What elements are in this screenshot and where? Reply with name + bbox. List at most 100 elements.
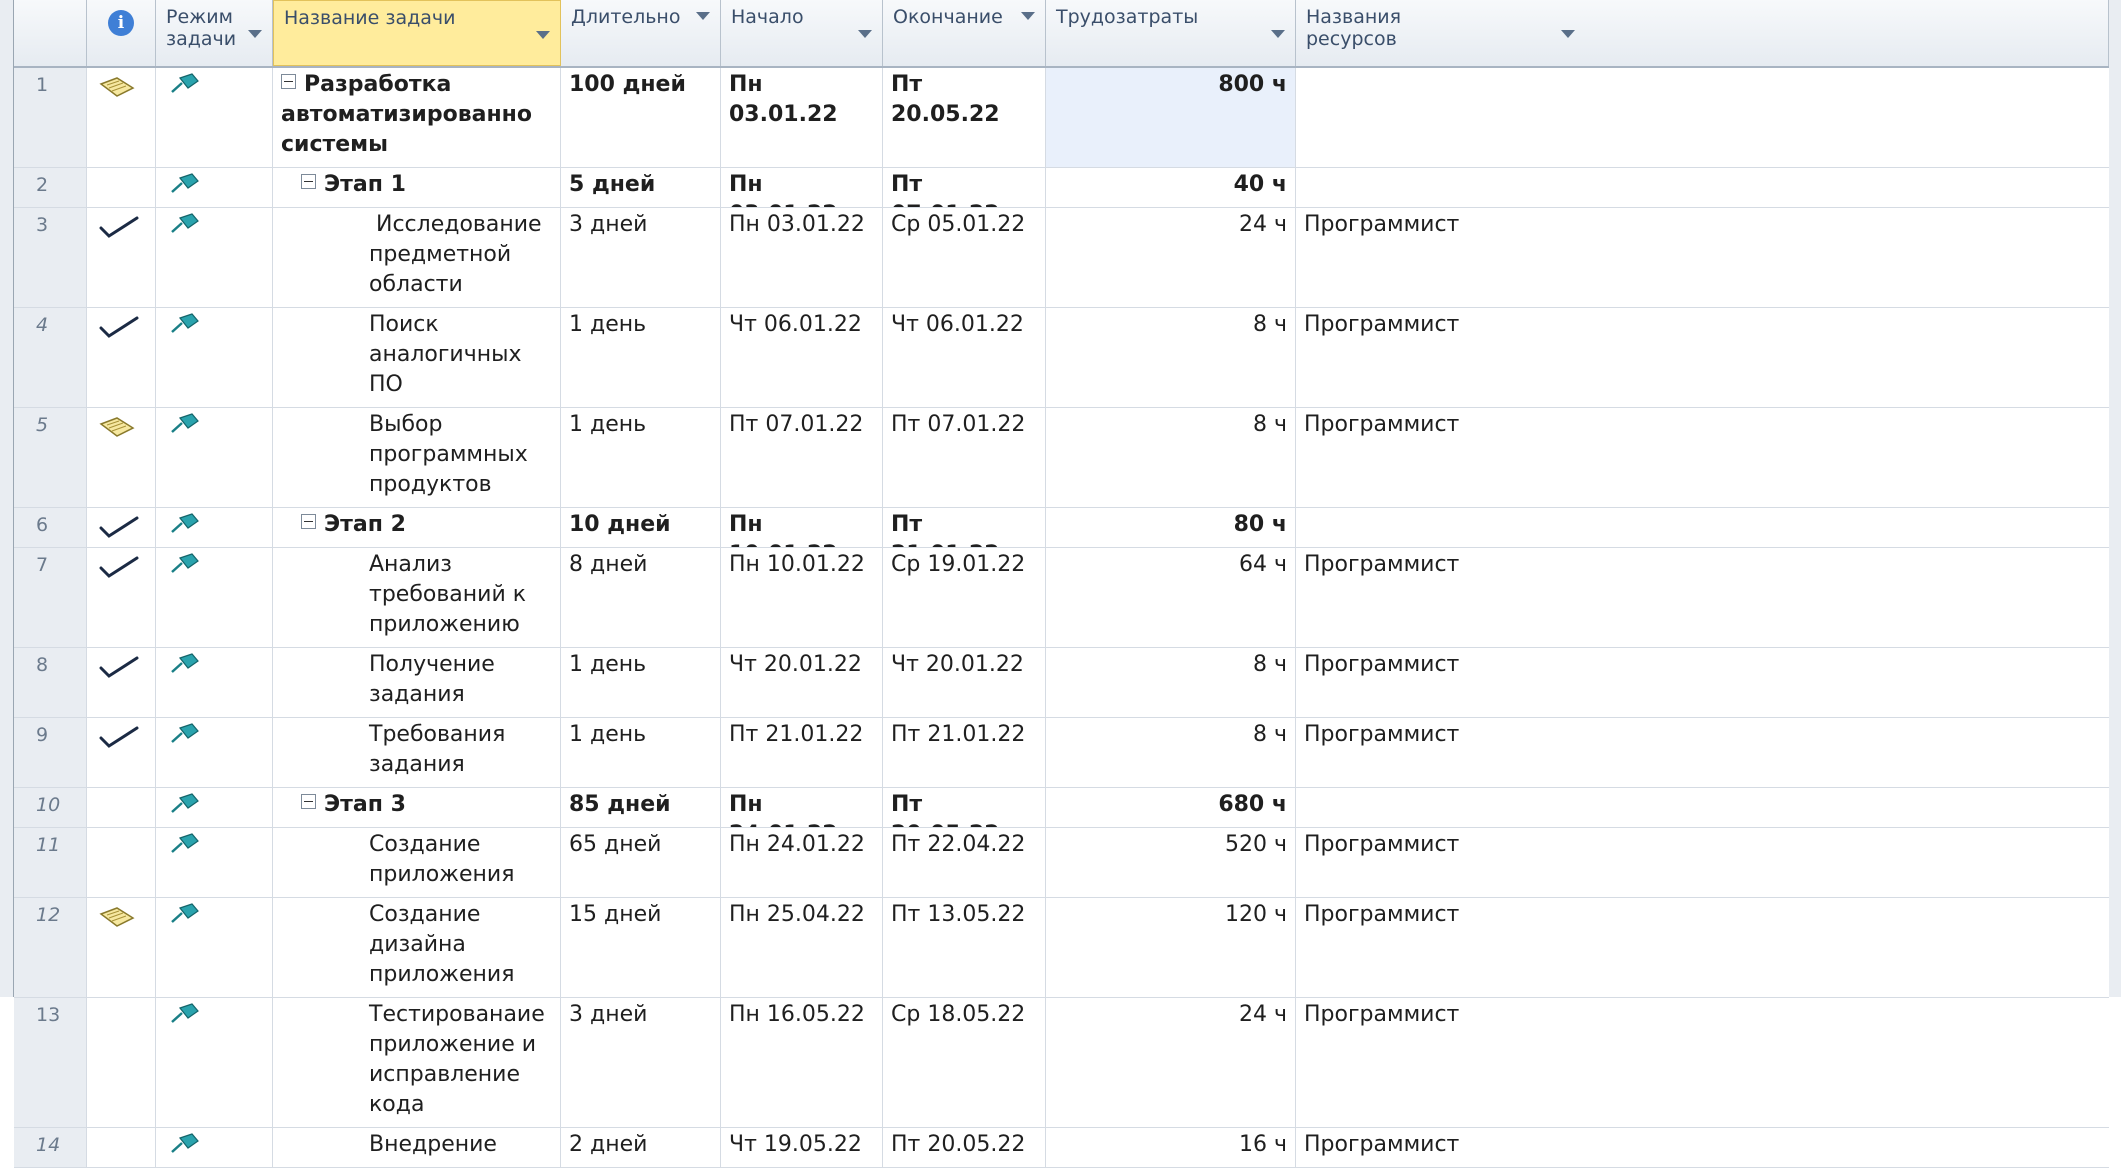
duration-cell[interactable]: 3 дней [561,998,721,1127]
chevron-down-icon[interactable] [248,30,262,38]
duration-cell[interactable]: 3 дней [561,208,721,307]
start-cell[interactable]: Пн 03.01.22 [721,168,883,207]
end-cell[interactable]: Пт 20.05.22 [883,68,1046,167]
chevron-down-icon[interactable] [536,31,550,39]
chevron-down-icon[interactable] [858,30,872,38]
work-cell[interactable]: 120 ч [1046,898,1296,997]
header-row-number[interactable] [14,0,87,66]
table-row[interactable]: 3 Исследование предметной области 3 дней Пн … [14,208,2109,308]
row-number[interactable]: 8 [14,648,87,717]
work-cell[interactable]: 24 ч [1046,208,1296,307]
work-cell[interactable]: 64 ч [1046,548,1296,647]
work-cell[interactable]: 8 ч [1046,718,1296,787]
task-mode-cell[interactable] [156,168,273,207]
resource-cell[interactable]: Программист [1296,208,2109,307]
work-cell[interactable]: 80 ч [1046,508,1296,547]
header-start[interactable]: Начало [721,0,883,66]
start-cell[interactable]: Пн 10.01.22 [721,508,883,547]
resource-cell[interactable] [1296,168,2109,207]
table-row[interactable]: 4 Поиск аналогичных ПО 1 день Чт 06.01.22 Чт 0… [14,308,2109,408]
indicator-cell[interactable] [87,788,156,827]
start-cell[interactable]: Пн 03.01.22 [721,68,883,167]
work-cell[interactable]: 680 ч [1046,788,1296,827]
task-name-cell[interactable]: Требования задания [273,718,561,787]
table-row[interactable]: 1 Разработка автоматизированно системы 100 д… [14,68,2109,168]
resource-cell[interactable] [1296,788,2109,827]
row-number[interactable]: 10 [14,788,87,827]
start-cell[interactable]: Чт 19.05.22 [721,1128,883,1167]
collapse-toggle[interactable] [301,514,316,529]
task-mode-cell[interactable] [156,898,273,997]
indicator-cell[interactable] [87,68,156,167]
row-number[interactable]: 3 [14,208,87,307]
header-resources[interactable]: Названия ресурсов [1296,0,2109,66]
start-cell[interactable]: Чт 20.01.22 [721,648,883,717]
duration-cell[interactable]: 100 дней [561,68,721,167]
work-cell[interactable]: 24 ч [1046,998,1296,1127]
start-cell[interactable]: Пт 21.01.22 [721,718,883,787]
row-number[interactable]: 6 [14,508,87,547]
task-name-cell[interactable]: Этап 3 [273,788,561,827]
table-row[interactable]: 10 Этап 3 85 днейПн 24.01.22Пт 20.05.22680… [14,788,2109,828]
duration-cell[interactable]: 65 дней [561,828,721,897]
start-cell[interactable]: Пт 07.01.22 [721,408,883,507]
task-name-cell[interactable]: Выбор программных продуктов [273,408,561,507]
end-cell[interactable]: Пт 07.01.22 [883,168,1046,207]
work-cell[interactable]: 16 ч [1046,1128,1296,1167]
task-mode-cell[interactable] [156,648,273,717]
chevron-down-icon[interactable] [1561,30,1575,38]
right-scrollbar[interactable] [2107,0,2121,997]
row-number[interactable]: 1 [14,68,87,167]
row-number[interactable]: 2 [14,168,87,207]
resource-cell[interactable]: Программист [1296,648,2109,717]
start-cell[interactable]: Пн 10.01.22 [721,548,883,647]
resource-cell[interactable]: Программист [1296,548,2109,647]
end-cell[interactable]: Ср 18.05.22 [883,998,1046,1127]
task-mode-cell[interactable] [156,788,273,827]
work-cell[interactable]: 8 ч [1046,408,1296,507]
resource-cell[interactable] [1296,508,2109,547]
resource-cell[interactable]: Программист [1296,308,2109,407]
end-cell[interactable]: Пт 20.05.22 [883,1128,1046,1167]
resource-cell[interactable]: Программист [1296,718,2109,787]
task-mode-cell[interactable] [156,208,273,307]
task-name-cell[interactable]: Создание дизайна приложения [273,898,561,997]
indicator-cell[interactable] [87,718,156,787]
start-cell[interactable]: Чт 06.01.22 [721,308,883,407]
indicator-cell[interactable] [87,898,156,997]
indicator-cell[interactable] [87,1128,156,1167]
table-row[interactable]: 2 Этап 1 5 днейПн 03.01.22Пт 07.01.2240 ч [14,168,2109,208]
row-number[interactable]: 5 [14,408,87,507]
task-name-cell[interactable]: Создание приложения [273,828,561,897]
indicator-cell[interactable] [87,548,156,647]
resource-cell[interactable] [1296,68,2109,167]
end-cell[interactable]: Пт 13.05.22 [883,898,1046,997]
table-row[interactable]: 12 Создание дизайна приложения 15 дней Пн 25.… [14,898,2109,998]
row-number[interactable]: 14 [14,1128,87,1167]
header-duration[interactable]: Длительно [561,0,721,66]
task-mode-cell[interactable] [156,68,273,167]
row-number[interactable]: 13 [14,998,87,1127]
work-cell[interactable]: 8 ч [1046,308,1296,407]
indicator-cell[interactable] [87,208,156,307]
task-name-cell[interactable]: Этап 2 [273,508,561,547]
collapse-toggle[interactable] [281,74,296,89]
task-name-cell[interactable]: Разработка автоматизированно системы [273,68,561,167]
task-mode-cell[interactable] [156,998,273,1127]
task-mode-cell[interactable] [156,408,273,507]
table-row[interactable]: 9 Требования задания 1 день Пт 21.01.22 Пт 21… [14,718,2109,788]
resource-cell[interactable]: Программист [1296,898,2109,997]
indicator-cell[interactable] [87,828,156,897]
start-cell[interactable]: Пн 16.05.22 [721,998,883,1127]
end-cell[interactable]: Пт 21.01.22 [883,508,1046,547]
end-cell[interactable]: Чт 06.01.22 [883,308,1046,407]
work-cell[interactable]: 520 ч [1046,828,1296,897]
table-row[interactable]: 8 Получение задания 1 день Чт 20.01.22 Чт 20.… [14,648,2109,718]
chevron-down-icon[interactable] [1021,12,1035,20]
table-row[interactable]: 13 Тестированаие приложение и исправление ко… [14,998,2109,1128]
resource-cell[interactable]: Программист [1296,408,2109,507]
end-cell[interactable]: Ср 19.01.22 [883,548,1046,647]
end-cell[interactable]: Пт 22.04.22 [883,828,1046,897]
table-row[interactable]: 6 Этап 2 10 днейПн 10.01.22Пт 21.01.2280 ч [14,508,2109,548]
table-row[interactable]: 11 Создание приложения 65 дней Пн 24.01.22 Пт… [14,828,2109,898]
